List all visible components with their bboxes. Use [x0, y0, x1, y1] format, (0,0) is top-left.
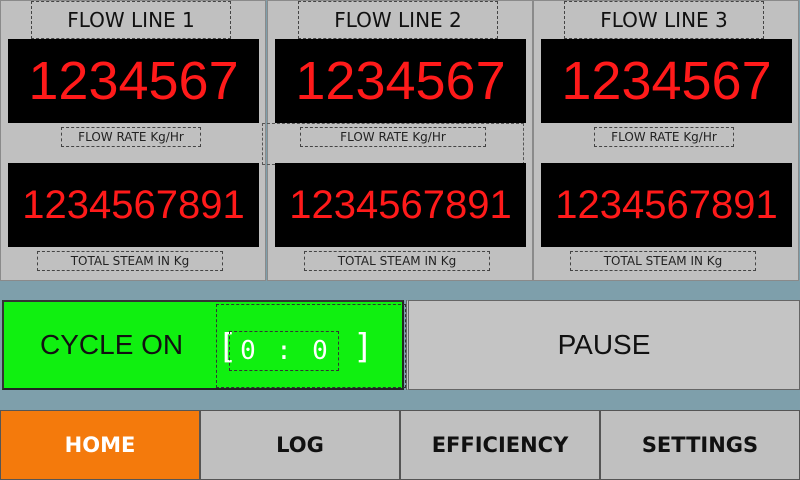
cycle-status-button[interactable]: CYCLE ON [ 0 : 0 ] [2, 300, 406, 390]
total-steam-display: 1234567891 [8, 163, 259, 247]
flow-rate-label: FLOW RATE Kg/Hr [61, 127, 201, 147]
total-steam-label: TOTAL STEAM IN Kg [37, 251, 223, 271]
flow-rate-display: 1234567 [275, 39, 526, 123]
cycle-status-label: CYCLE ON [40, 329, 184, 360]
pause-button[interactable]: PAUSE [406, 300, 800, 390]
flow-rate-display: 1234567 [8, 39, 259, 123]
flow-line-title: FLOW LINE 3 [564, 1, 764, 39]
timer-seconds: 0 [312, 336, 328, 366]
total-steam-label: TOTAL STEAM IN Kg [304, 251, 490, 271]
flow-line-2-panel: FLOW LINE 2 1234567 FLOW RATE Kg/Hr 1234… [262, 0, 533, 281]
flow-line-1-panel: FLOW LINE 1 1234567 FLOW RATE Kg/Hr 1234… [0, 0, 266, 281]
total-steam-label: TOTAL STEAM IN Kg [570, 251, 756, 271]
flow-rate-label: FLOW RATE Kg/Hr [594, 127, 734, 147]
timer-bracket-right: ] [353, 327, 374, 367]
total-steam-display: 1234567891 [541, 163, 792, 247]
flow-rate-label: FLOW RATE Kg/Hr [300, 127, 486, 147]
timer-minutes: 0 [240, 336, 256, 366]
nav-home-button[interactable]: HOME [0, 410, 200, 480]
nav-settings-button[interactable]: SETTINGS [600, 410, 800, 480]
flow-rate-display: 1234567 [541, 39, 792, 123]
flow-line-title: FLOW LINE 1 [31, 1, 231, 39]
timer-separator: : [276, 336, 292, 366]
nav-efficiency-button[interactable]: EFFICIENCY [400, 410, 600, 480]
timer-readout: 0 : 0 [229, 331, 339, 371]
nav-log-button[interactable]: LOG [200, 410, 400, 480]
flow-line-title: FLOW LINE 2 [298, 1, 498, 39]
total-steam-display: 1234567891 [275, 163, 526, 247]
flow-line-3-panel: FLOW LINE 3 1234567 FLOW RATE Kg/Hr 1234… [533, 0, 799, 281]
cycle-timer: [ 0 : 0 ] [216, 304, 406, 388]
